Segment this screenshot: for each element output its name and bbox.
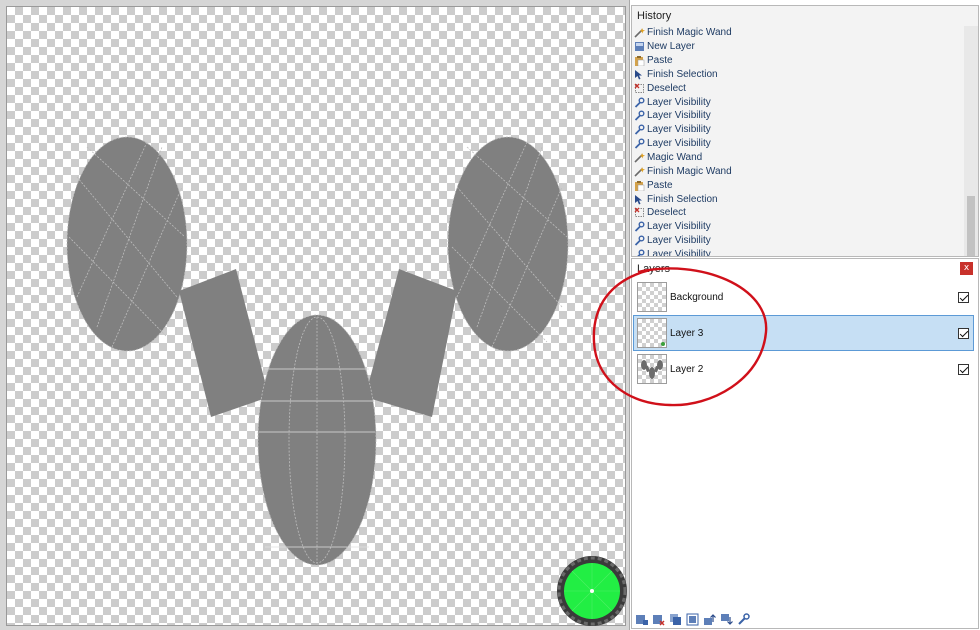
history-title: History — [637, 10, 672, 22]
right-ellipse-shape — [447, 136, 569, 352]
wrench-icon — [634, 138, 645, 149]
history-item-label: Layer Visibility — [647, 138, 711, 150]
history-item-label: Finish Selection — [647, 68, 718, 80]
history-item-label: New Layer — [647, 41, 695, 53]
wrench-icon — [634, 235, 645, 246]
history-item-label: Layer Visibility — [647, 124, 711, 136]
history-scrollbar-thumb[interactable] — [967, 196, 975, 256]
history-item[interactable]: Magic Wand — [632, 151, 964, 165]
history-list: Finish Magic Wand New Layer Paste Finish Se… — [632, 26, 964, 256]
history-item[interactable]: Layer Visibility — [632, 123, 964, 137]
layers-close-button[interactable]: x — [960, 262, 973, 275]
history-item[interactable]: Layer Visibility — [632, 95, 964, 109]
history-item[interactable]: New Layer — [632, 40, 964, 54]
history-item-label: Layer Visibility — [647, 96, 711, 108]
history-item[interactable]: Finish Selection — [632, 68, 964, 82]
merge-layer-icon[interactable] — [686, 613, 699, 626]
history-scrollbar[interactable] — [964, 26, 978, 256]
history-item[interactable]: Deselect — [632, 81, 964, 95]
duplicate-layer-icon[interactable] — [669, 613, 682, 626]
layer-visibility-checkbox[interactable] — [958, 363, 969, 375]
delete-layer-icon[interactable] — [652, 613, 665, 626]
image-canvas[interactable] — [6, 6, 626, 626]
history-item[interactable]: Layer Visibility — [632, 220, 964, 234]
selection-icon — [634, 69, 645, 80]
deselect-icon — [634, 83, 645, 94]
history-item[interactable]: Paste — [632, 54, 964, 68]
history-item-label: Deselect — [647, 82, 686, 94]
deselect-icon — [634, 207, 645, 218]
history-item[interactable]: Finish Magic Wand — [632, 26, 964, 40]
history-item[interactable]: Finish Magic Wand — [632, 164, 964, 178]
selection-icon — [634, 194, 645, 205]
history-panel: History Finish Magic Wand New Layer Paste F… — [631, 5, 979, 257]
move-layer-down-icon[interactable] — [720, 613, 733, 626]
history-item-label: Layer Visibility — [647, 221, 711, 233]
wrench-icon — [634, 110, 645, 122]
left-ellipse-shape — [66, 136, 188, 352]
history-item-label: Magic Wand — [647, 152, 703, 164]
history-item[interactable]: Deselect — [632, 206, 964, 220]
paste-icon — [634, 180, 645, 191]
layer-properties-icon[interactable] — [737, 612, 750, 626]
primary-color-circle[interactable] — [556, 555, 628, 627]
wrench-icon — [634, 221, 645, 232]
red-annotation-ellipse — [592, 267, 768, 407]
left-rectangle-shape — [179, 269, 269, 417]
paste-icon — [634, 55, 645, 67]
history-item[interactable]: Layer Visibility — [632, 109, 964, 123]
history-item[interactable]: Paste — [632, 178, 964, 192]
layer-visibility-checkbox[interactable] — [958, 291, 969, 303]
new-layer-icon — [634, 41, 645, 52]
canvas-artwork — [66, 136, 569, 566]
magic-wand-icon — [634, 166, 645, 177]
history-item-label: Paste — [647, 179, 673, 191]
history-item-label: Deselect — [647, 207, 686, 219]
history-item-label: Layer Visibility — [647, 110, 711, 122]
history-item-label: Layer Visibility — [647, 248, 711, 256]
layers-toolbar — [632, 610, 978, 628]
history-item-label: Paste — [647, 55, 673, 67]
center-ellipse-shape — [257, 314, 377, 566]
canvas-area — [0, 0, 630, 630]
history-item-label: Layer Visibility — [647, 235, 711, 247]
history-item[interactable]: Finish Selection — [632, 192, 964, 206]
move-layer-up-icon[interactable] — [703, 613, 716, 626]
history-item[interactable]: Layer Visibility — [632, 234, 964, 248]
wrench-icon — [634, 124, 645, 135]
history-item-label: Finish Selection — [647, 193, 718, 205]
wrench-icon — [634, 97, 645, 108]
history-item[interactable]: Layer Visibility — [632, 248, 964, 256]
history-item-label: Finish Magic Wand — [647, 27, 732, 39]
history-item-label: Finish Magic Wand — [647, 165, 732, 177]
wrench-icon — [634, 249, 645, 256]
right-rectangle-shape — [365, 269, 457, 417]
magic-wand-icon — [634, 152, 645, 163]
add-layer-icon[interactable] — [635, 613, 648, 626]
history-item[interactable]: Layer Visibility — [632, 137, 964, 151]
magic-wand-icon — [634, 27, 645, 38]
layer-visibility-checkbox[interactable] — [958, 327, 969, 339]
